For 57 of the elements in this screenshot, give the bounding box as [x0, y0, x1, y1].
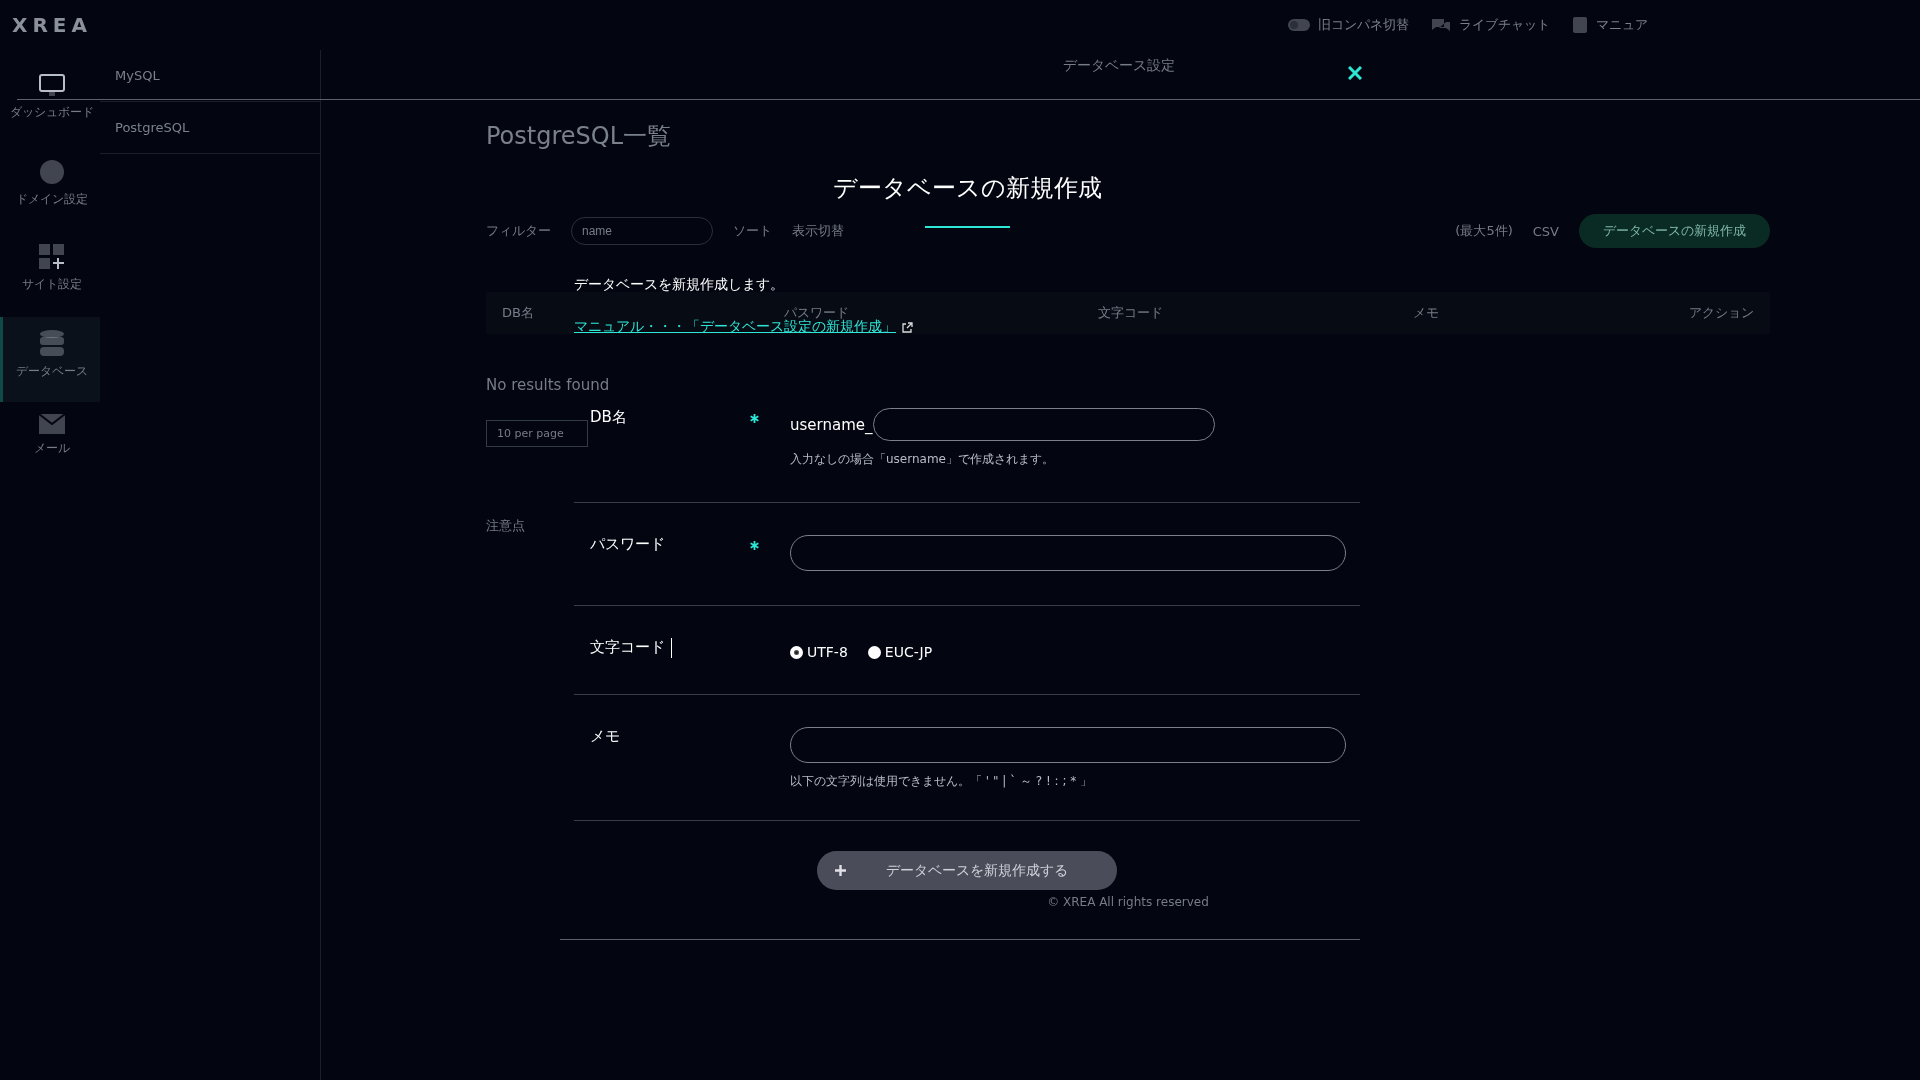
sidebar-item[interactable]: メール — [0, 402, 100, 487]
radio-option[interactable]: EUC-JP — [867, 644, 933, 660]
create-database-button[interactable]: データベースの新規作成 — [1579, 214, 1770, 248]
submit-button[interactable]: データベースを新規作成する — [817, 851, 1117, 890]
modal-header-title: データベース設定 — [1062, 57, 1175, 75]
help-text: 入力なしの場合「username」で作成されます。 — [790, 451, 1055, 468]
view-toggle-link[interactable]: 表示切替 — [792, 222, 844, 240]
filter-button[interactable]: フィルター — [486, 222, 551, 240]
topbar-link[interactable]: ライブチャット — [1459, 16, 1550, 34]
sidebar-item[interactable]: ダッシュボード — [0, 62, 100, 147]
help-text: 以下の文字列は使用できません。「 ' " | ` ～ ? ! : ; * 」 — [790, 773, 1094, 790]
text-cursor — [671, 638, 672, 658]
copyright: © XREA All rights reserved — [1047, 895, 1209, 909]
notice-toggle[interactable]: 注意点 — [486, 517, 525, 535]
prefix-text: username_ — [790, 415, 873, 434]
topbar-link[interactable]: 旧コンパネ切替 — [1318, 16, 1409, 34]
plus-icon — [835, 865, 846, 876]
radio-button[interactable] — [867, 645, 881, 659]
radio-button[interactable] — [790, 645, 803, 659]
radio-option[interactable]: UTF-8 — [790, 644, 848, 660]
page-title: PostgreSQL一覧 — [486, 121, 672, 152]
modal-title: データベースの新規作成 — [832, 173, 1102, 204]
monitor-icon — [38, 74, 65, 98]
field-label: パスワード — [590, 535, 665, 554]
submenu-item[interactable]: PostgreSQL — [100, 102, 320, 154]
sidebar-item[interactable]: ドメイン設定 — [0, 147, 100, 232]
sidebar-item[interactable]: データベース — [0, 317, 100, 402]
text-field[interactable] — [790, 535, 1346, 571]
column-header: DB名 — [502, 304, 534, 322]
column-header: パスワード — [783, 304, 849, 320]
column-header: メモ — [1413, 304, 1440, 322]
search-field[interactable]: name — [571, 217, 713, 245]
csv-button[interactable]: CSV — [1532, 223, 1559, 239]
grid-icon — [38, 244, 65, 270]
mail-icon — [38, 414, 65, 434]
limit-note: (最大5件) — [1455, 222, 1513, 240]
database-icon — [38, 329, 65, 357]
external-link-icon — [902, 321, 913, 333]
field-label: メモ — [590, 727, 620, 746]
sort-link[interactable]: ソート — [733, 222, 772, 240]
empty-message: No results found — [486, 376, 610, 394]
field-label: 文字コード — [590, 638, 665, 657]
per-page-select[interactable]: 10 per page — [486, 420, 588, 447]
close-icon[interactable] — [1348, 66, 1362, 80]
db-name-field[interactable] — [872, 408, 1215, 441]
submenu-item[interactable]: MySQL — [100, 50, 320, 102]
chat-icon — [1431, 17, 1451, 33]
column-header: 文字コード — [1098, 304, 1164, 322]
logo[interactable]: XREA — [12, 13, 92, 37]
text-field[interactable] — [790, 727, 1346, 763]
field-label: DB名 — [590, 408, 627, 427]
topbar-link[interactable]: マニュア — [1596, 16, 1648, 34]
sidebar-item[interactable]: サイト設定 — [0, 232, 100, 317]
column-header: アクション — [1689, 304, 1754, 322]
toggle-icon — [1288, 19, 1310, 31]
intro-text: データベースを新規作成します。 — [574, 276, 784, 294]
manual-link[interactable]: マニュアル・・・「データベース設定の新規作成」 — [574, 318, 896, 336]
